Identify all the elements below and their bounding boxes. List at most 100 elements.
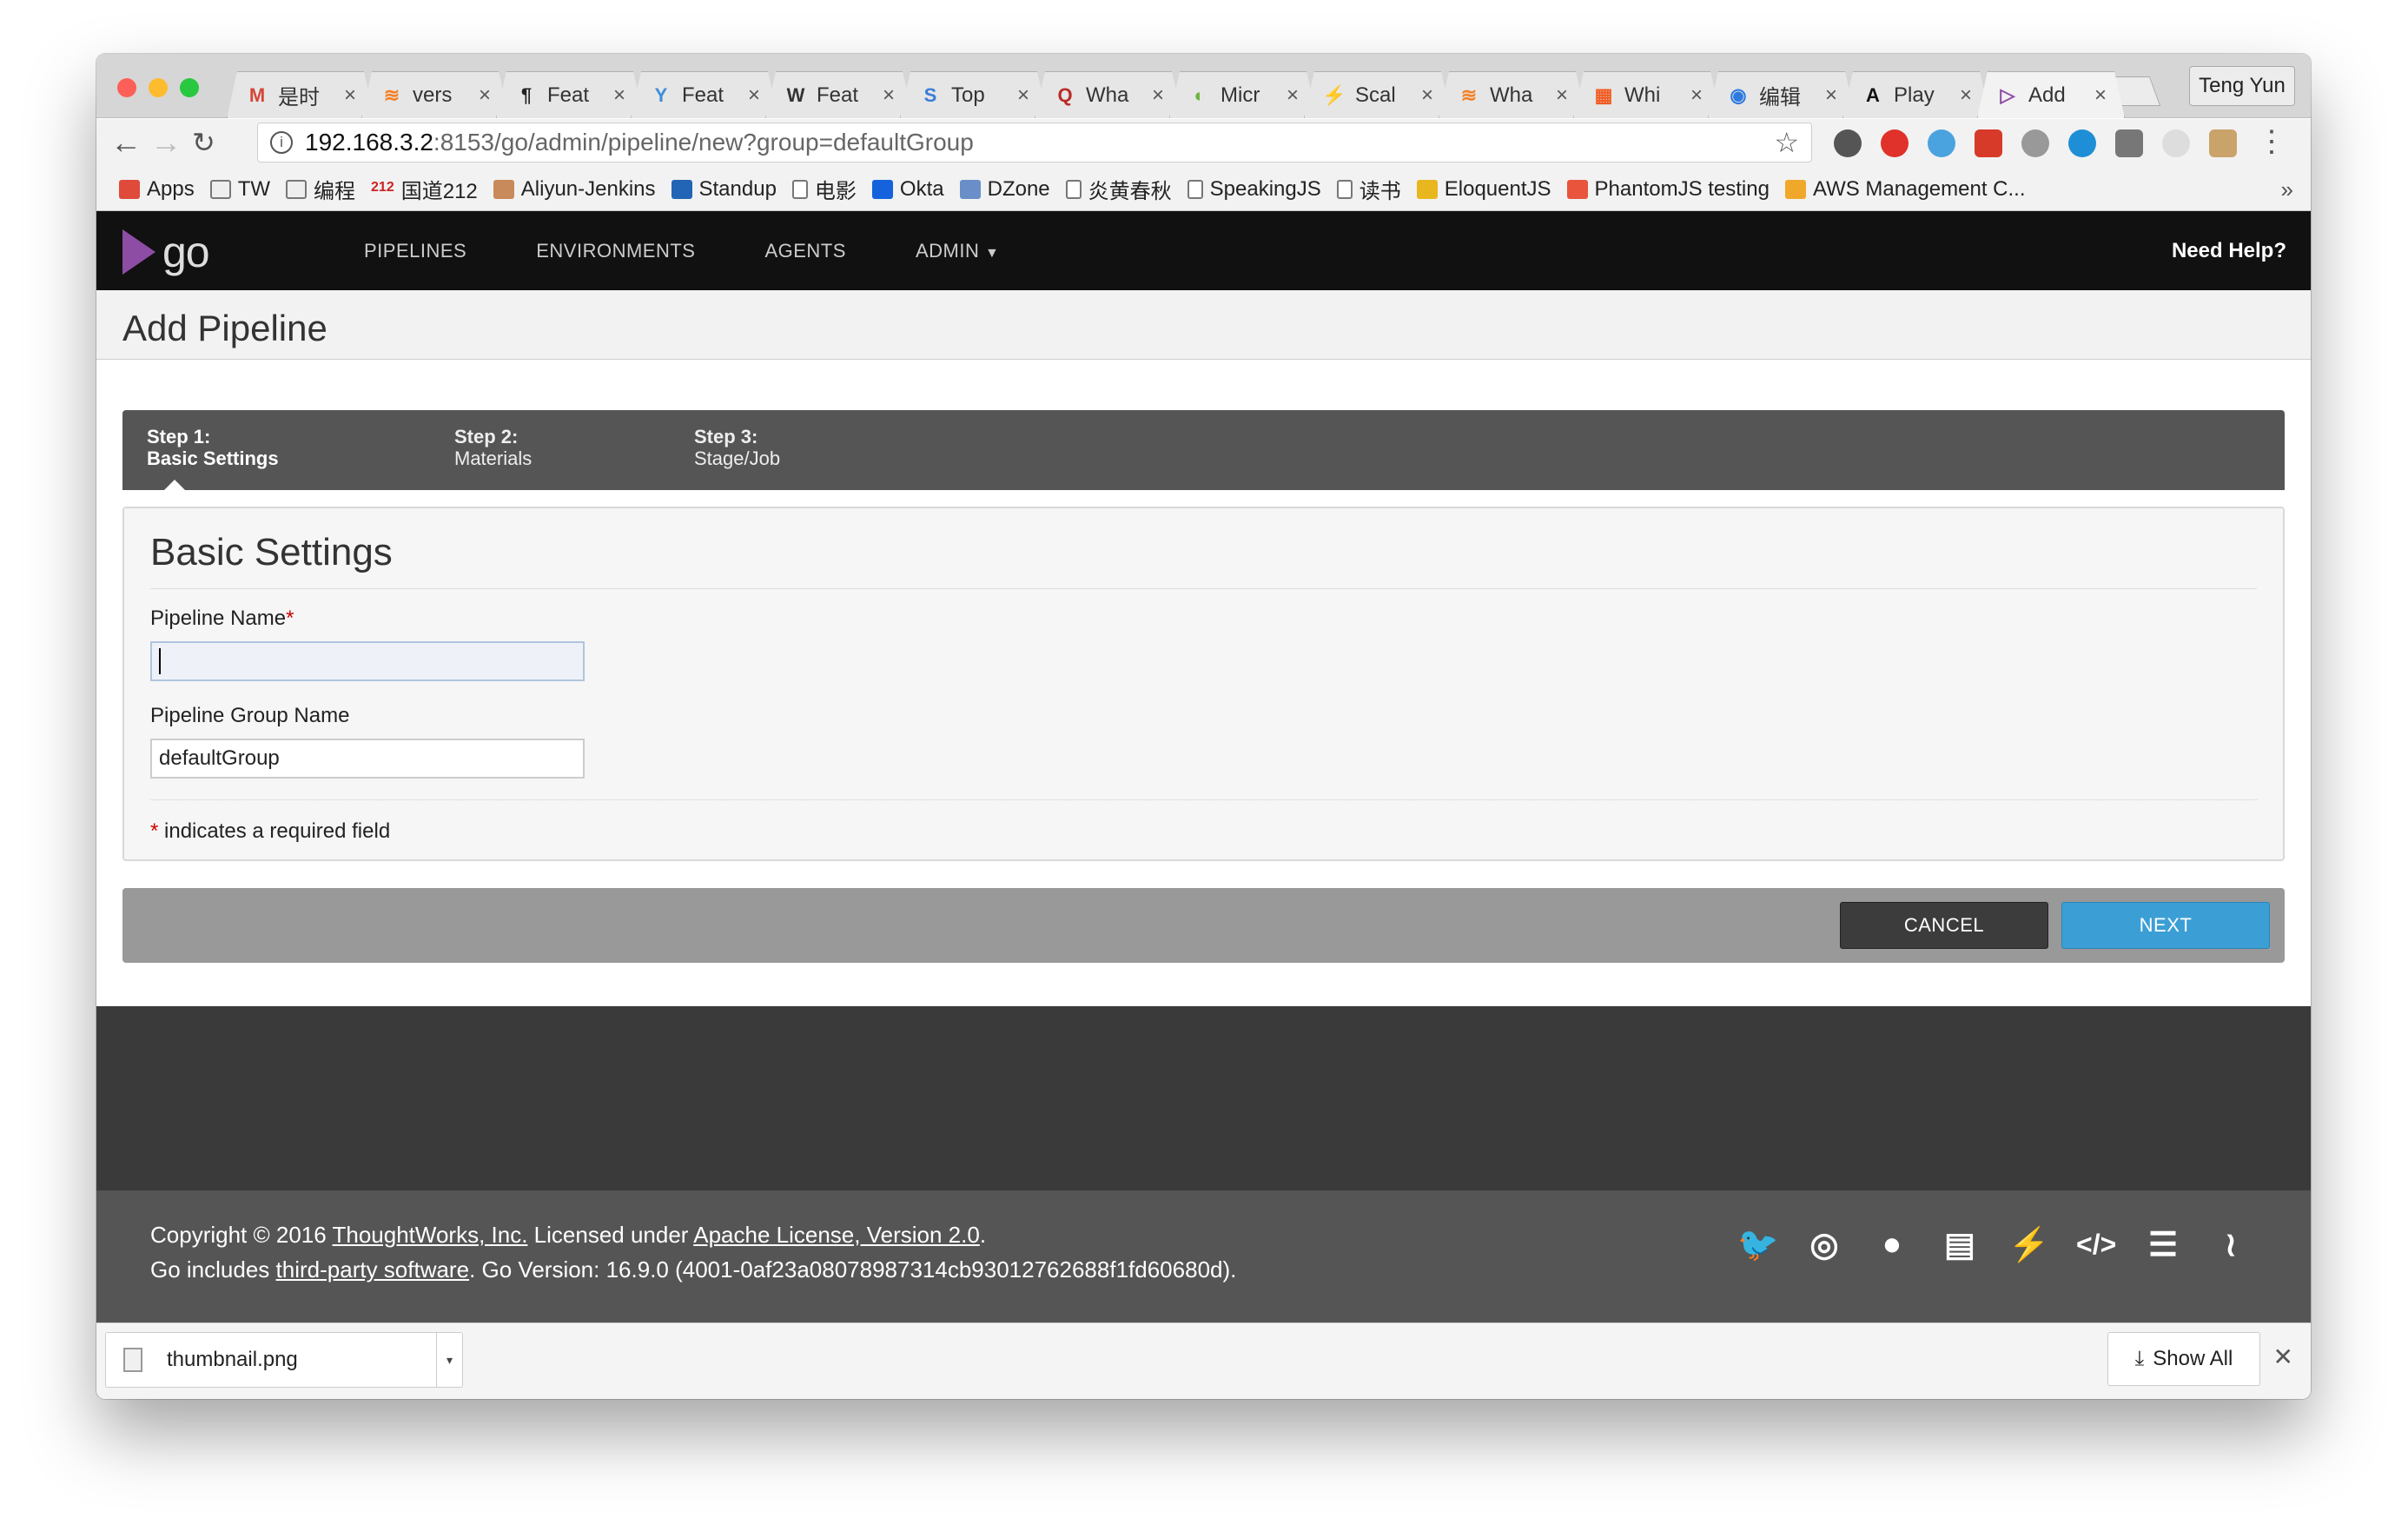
more-menu-icon[interactable]: ⋮ [2257,124,2286,159]
bookmark-item[interactable]: DZone [959,177,1050,202]
close-window-button[interactable] [117,78,136,97]
show-all-button[interactable]: ⤓ Show All [2107,1332,2260,1386]
close-tab-icon[interactable]: × [748,83,760,108]
step-stage-job[interactable]: Step 3: Stage/Job [694,426,780,469]
close-tab-icon[interactable]: × [1152,83,1164,108]
bookmark-item[interactable]: TW [209,176,271,202]
rss-icon[interactable]: ≀ [2212,1225,2250,1264]
zoom-window-button[interactable] [180,78,199,97]
bookmark-item[interactable]: 电影 [791,174,857,204]
bookmark-item[interactable]: AWS Management C... [1784,177,2026,202]
license-link[interactable]: Apache License, Version 2.0 [693,1222,980,1248]
browser-tab[interactable]: ▷ Add × [1977,71,2125,118]
extension-icon[interactable] [1834,129,1862,157]
bookmark-item[interactable]: Aliyun-Jenkins [493,177,656,202]
browser-tab[interactable]: ⚡ Scal × [1304,71,1452,118]
close-tab-icon[interactable]: × [1825,83,1837,108]
download-menu-button[interactable]: ▾ [436,1333,462,1387]
browser-tab[interactable]: M 是时 × [227,71,374,118]
bookmark-item[interactable]: 212 国道212 [371,174,478,204]
bookmark-label: 电影 [814,180,857,203]
browser-tab[interactable]: W Feat × [765,71,913,118]
nav-environments[interactable]: ENVIRONMENTS [536,240,695,262]
browser-tab[interactable]: ≋ vers × [361,71,509,118]
browser-tab[interactable]: ≋ Wha × [1439,71,1586,118]
cloud-extension-icon[interactable] [2162,129,2190,157]
forward-icon[interactable]: → [150,124,182,161]
required-asterisk: * [150,819,159,843]
close-tab-icon[interactable]: × [1556,83,1568,108]
bird-icon[interactable] [1928,129,1955,157]
profile-button[interactable]: Teng Yun [2189,66,2295,106]
minimize-window-button[interactable] [149,78,168,97]
close-tab-icon[interactable]: × [1421,83,1433,108]
browser-tab[interactable]: ◐ Micr × [1169,71,1317,118]
thoughtworks-link[interactable]: ThoughtWorks, Inc. [332,1222,527,1248]
nav-agents[interactable]: AGENTS [764,240,845,262]
plugin-icon[interactable]: ⚡ [2008,1226,2049,1264]
nav-admin[interactable]: ADMIN ▼ [916,240,999,262]
circle-extension-icon[interactable] [2068,129,2096,157]
bookmark-item[interactable]: PhantomJS testing [1566,177,1770,202]
close-tab-icon[interactable]: × [1287,83,1299,108]
close-tab-icon[interactable]: × [1690,83,1703,108]
bookmark-star-icon[interactable]: ☆ [1774,126,1799,159]
browser-tab[interactable]: A Play × [1842,71,1990,118]
github-icon[interactable]: ◎ [1805,1225,1843,1264]
next-button[interactable]: NEXT [2061,902,2270,949]
close-tab-icon[interactable]: × [883,83,895,108]
browser-tab[interactable]: S Top × [900,71,1048,118]
opera-icon[interactable] [1881,129,1909,157]
browser-tab[interactable]: ▦ Whi × [1573,71,1721,118]
chat-icon[interactable]: ● [1873,1226,1911,1263]
twitter-icon[interactable]: 🐦 [1737,1226,1778,1264]
bookmark-item[interactable]: 编程 [286,174,355,204]
pipeline-group-input[interactable]: defaultGroup [150,739,585,779]
need-help-link[interactable]: Need Help? [2172,239,2286,263]
active-step-indicator [164,480,185,490]
bookmark-item[interactable]: SpeakingJS [1187,177,1321,202]
more-bookmarks-icon[interactable]: » [2281,176,2293,203]
close-tab-icon[interactable]: × [613,83,625,108]
page-icon [1187,179,1203,199]
bookmark-item[interactable]: 炎黄春秋 [1065,174,1172,204]
close-tab-icon[interactable]: × [2094,83,2107,108]
browser-tab[interactable]: Q Wha × [1035,71,1182,118]
nav-pipelines[interactable]: PIPELINES [364,240,466,262]
period-text: . [979,1222,987,1248]
third-party-link[interactable]: third-party software [276,1256,470,1283]
docs-icon[interactable]: ▤ [1941,1225,1979,1264]
info-icon[interactable]: i [270,131,293,154]
bookmark-item[interactable]: Okta [871,177,944,202]
back-icon[interactable]: ← [110,124,142,161]
browser-tab[interactable]: ◉ 编辑 × [1708,71,1856,118]
hand-extension-icon[interactable] [2209,129,2237,157]
file-icon [123,1348,142,1372]
reload-icon[interactable]: ↻ [192,126,215,159]
bookmark-item[interactable]: Standup [671,177,777,202]
step-materials[interactable]: Step 2: Materials [454,426,532,469]
download-item[interactable]: thumbnail.png ▾ [105,1332,463,1388]
step-basic-settings[interactable]: Step 1: Basic Settings [147,426,279,469]
bookmark-item[interactable]: Apps [119,177,195,202]
pipeline-name-input[interactable] [150,641,585,681]
close-tab-icon[interactable]: × [1017,83,1029,108]
bookmark-item[interactable]: EloquentJS [1416,177,1551,202]
pivotal-icon: Y [654,83,668,106]
server-icon[interactable]: ☰ [2144,1225,2182,1264]
close-tab-icon[interactable]: × [479,83,491,108]
bookmark-label: TW [237,176,271,201]
go-logo[interactable]: go [122,227,210,277]
cancel-button[interactable]: CANCEL [1840,902,2048,949]
gear-icon[interactable] [2021,129,2049,157]
browser-tab[interactable]: ¶ Feat × [496,71,644,118]
api-icon[interactable]: </> [2076,1229,2116,1261]
address-bar[interactable]: i 192.168.3.2:8153/go/admin/pipeline/new… [257,123,1812,162]
close-tab-icon[interactable]: × [344,83,356,108]
bookmark-extension-icon[interactable] [1975,129,2002,157]
angular-extension-icon[interactable] [2115,129,2143,157]
close-download-bar-icon[interactable]: ✕ [2273,1342,2293,1371]
bookmark-item[interactable]: 读书 [1336,174,1401,204]
browser-tab[interactable]: Y Feat × [631,71,778,118]
close-tab-icon[interactable]: × [1960,83,1972,108]
